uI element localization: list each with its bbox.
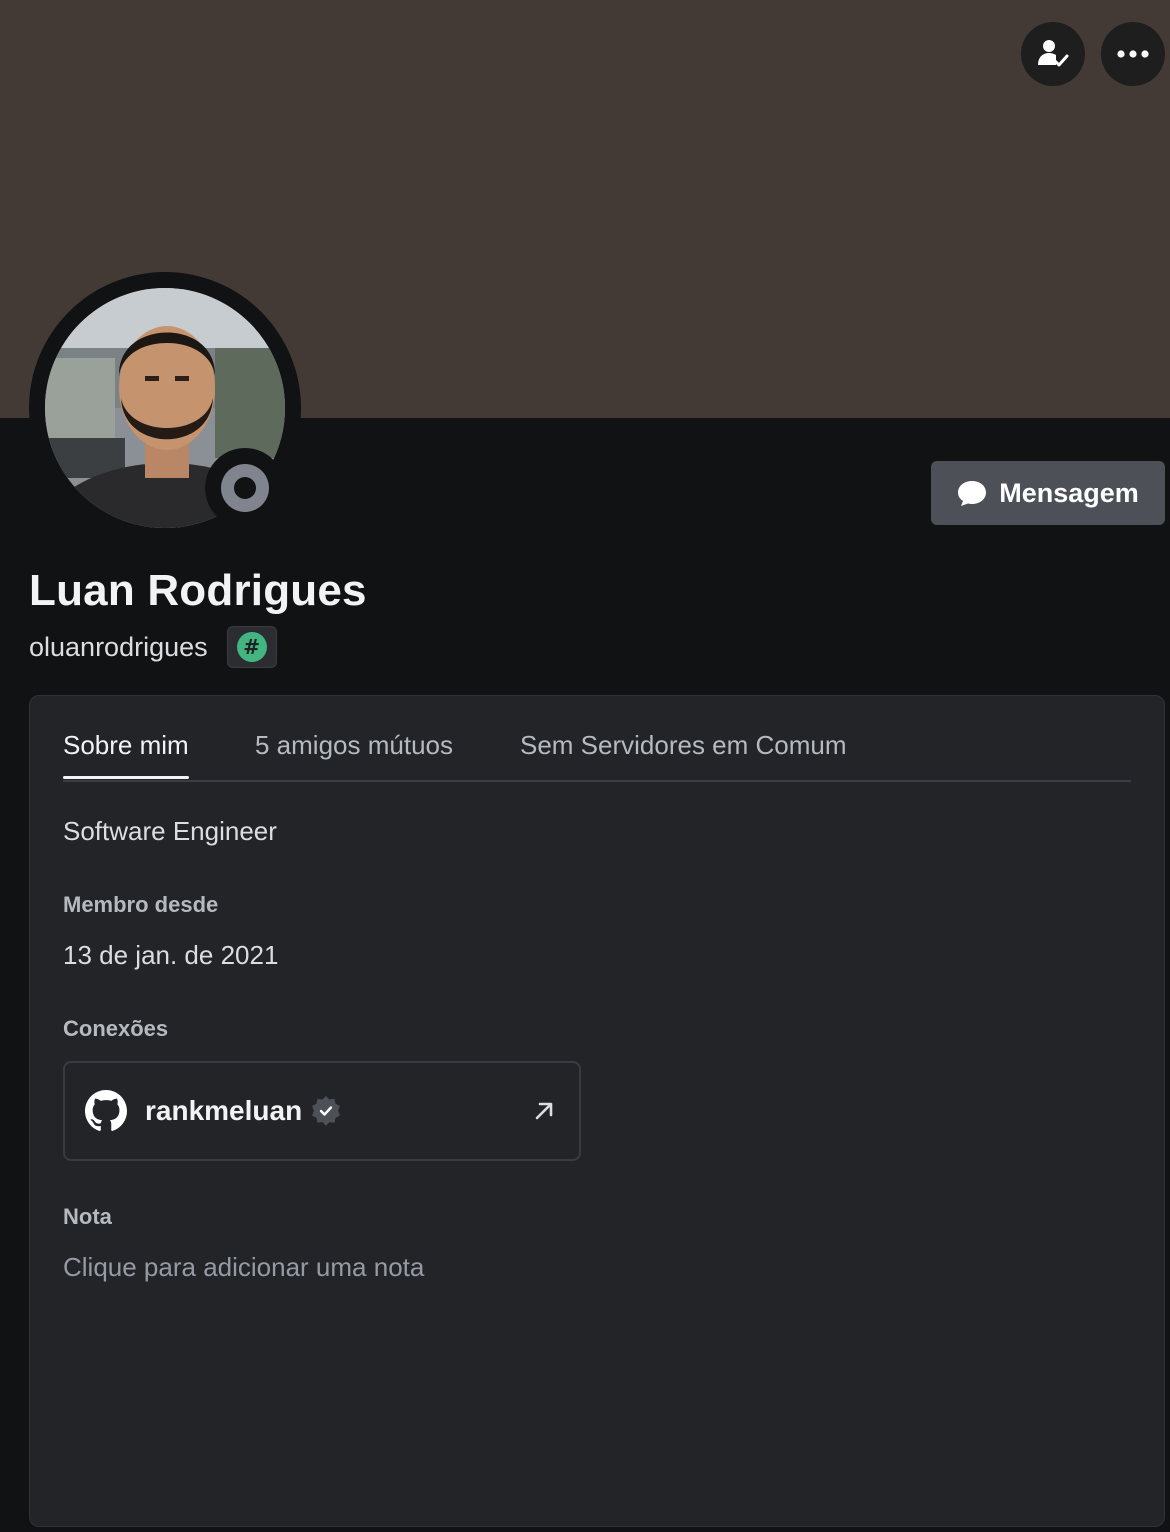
person-check-icon [1038,40,1069,67]
server-tag-badge[interactable]: # [226,626,277,668]
external-arrow-icon[interactable] [533,1100,555,1122]
member-since-value: 13 de jan. de 2021 [63,940,279,970]
verified-badge-icon [312,1096,341,1126]
status-indicator [205,448,285,528]
github-icon [85,1090,127,1131]
message-button-label: Mensagem [999,477,1139,508]
connection-github[interactable]: rankmeluan [63,1061,581,1161]
note-label: Nota [63,1204,112,1229]
avatar-frame [29,272,301,544]
username-row: oluanrodrigues # [29,626,277,668]
more-options-button[interactable] [1101,22,1165,86]
username: oluanrodrigues [29,631,208,662]
friend-status-button[interactable] [1021,22,1085,86]
message-button[interactable]: Mensagem [931,461,1165,525]
tab-mutual-friends[interactable]: 5 amigos mútuos [255,730,453,761]
connections-label: Conexões [63,1016,169,1041]
profile-info-card: Sobre mim 5 amigos mútuos Sem Servidores… [29,695,1165,1527]
profile-tabs: Sobre mim 5 amigos mútuos Sem Servidores… [63,726,1131,782]
tab-mutual-servers[interactable]: Sem Servidores em Comum [520,730,847,761]
tab-about-me[interactable]: Sobre mim [63,730,189,779]
user-profile-panel: Mensagem Luan Rodrigues oluanrodrigues #… [0,0,1170,1532]
connection-name: rankmeluan [145,1095,303,1126]
note-input[interactable]: Clique para adicionar uma nota [63,1252,424,1283]
chat-bubble-icon [958,481,987,506]
bio-text: Software Engineer [63,816,277,846]
offline-status-icon [221,464,269,512]
display-name: Luan Rodrigues [29,566,367,615]
hashtag-icon: # [236,632,267,662]
member-since-label: Membro desde [63,892,219,917]
ellipsis-icon [1117,50,1149,58]
